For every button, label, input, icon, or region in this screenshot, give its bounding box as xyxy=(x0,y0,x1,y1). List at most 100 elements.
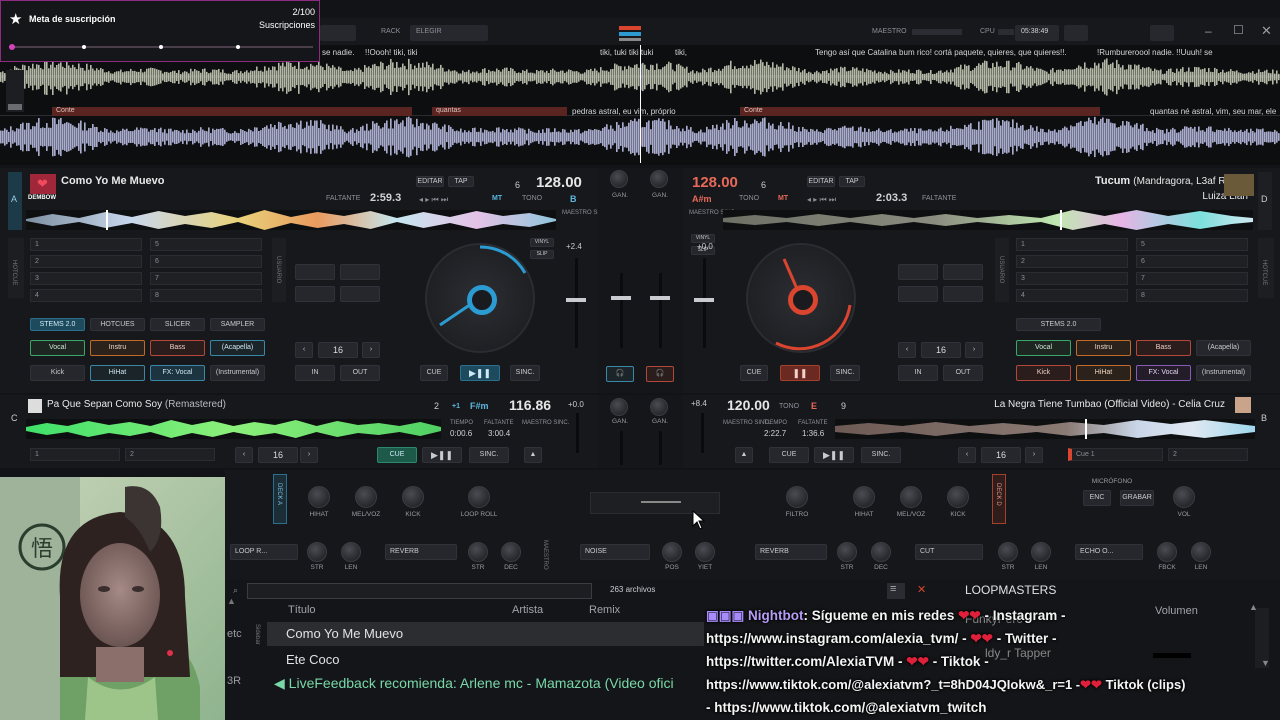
play-pause-button[interactable]: ❚❚ xyxy=(780,365,820,381)
column-remix[interactable]: Remix xyxy=(589,604,620,616)
fx-slot-select[interactable]: ECHO O... xyxy=(1075,544,1143,560)
tap-button[interactable]: TAP xyxy=(839,176,865,187)
volume-fader-b-cap[interactable] xyxy=(650,296,670,300)
tap-button[interactable]: TAP xyxy=(448,176,474,187)
hotcue-7[interactable]: 7 xyxy=(1136,272,1248,285)
fx-slot-select[interactable]: LOOP R... xyxy=(230,544,298,560)
stem-instru[interactable]: Instru xyxy=(90,340,145,356)
hotcue-2[interactable]: 2 xyxy=(30,255,142,268)
volume-fader-d[interactable] xyxy=(659,431,662,465)
fx-knob[interactable] xyxy=(341,542,361,562)
fx-knob[interactable] xyxy=(1157,542,1177,562)
loop-roll-knob[interactable] xyxy=(468,486,490,508)
jog-wheel[interactable] xyxy=(746,243,856,353)
volume-fader-b[interactable] xyxy=(659,273,662,348)
hotcue-3[interactable]: 3 xyxy=(1016,272,1128,285)
loop-double-button[interactable]: › xyxy=(965,342,983,358)
hotcue-4[interactable]: 4 xyxy=(30,289,142,302)
pitch-fader[interactable] xyxy=(576,413,579,453)
stem-kick[interactable]: Kick xyxy=(1016,365,1071,381)
fx-knob[interactable] xyxy=(468,542,488,562)
user-pad[interactable] xyxy=(898,286,938,302)
melvoz-knob[interactable] xyxy=(355,486,377,508)
rack-select[interactable]: ELEGIR xyxy=(410,25,488,41)
chat-link[interactable]: https://www.tiktok.com/@alexiatvm?_t=8hD… xyxy=(706,677,1080,692)
hotcue-6[interactable]: 6 xyxy=(1136,255,1248,268)
scroll-up-icon[interactable]: ▲ xyxy=(227,596,236,606)
chat-username[interactable]: Nightbot xyxy=(748,608,803,623)
hotcue-4[interactable]: 4 xyxy=(1016,289,1128,302)
hotcue-1[interactable]: 1 xyxy=(30,448,120,461)
scroll-up-button[interactable]: ▲ xyxy=(524,447,542,463)
maximize-icon[interactable]: ☐ xyxy=(1233,23,1244,37)
loop-size[interactable]: 16 xyxy=(921,342,961,358)
user-pad[interactable] xyxy=(340,286,380,302)
cue-button[interactable]: CUE xyxy=(740,365,768,381)
transport-icons[interactable]: ◂ ▸ ⏮ ⏭ xyxy=(807,195,836,205)
mt-label[interactable]: MT xyxy=(778,195,788,202)
chat-link[interactable]: - https://www.tiktok.com/@alexiatvm_twit… xyxy=(706,700,986,715)
fx-slot-select[interactable]: NOISE xyxy=(580,544,650,560)
column-title[interactable]: Título xyxy=(288,604,316,616)
hihat-knob[interactable] xyxy=(308,486,330,508)
gain-knob-b[interactable] xyxy=(650,170,668,188)
pitch-fader-cap[interactable] xyxy=(566,298,586,302)
track-overview-waveform[interactable] xyxy=(26,419,441,439)
hotcue-5[interactable]: 5 xyxy=(1136,238,1248,251)
hotcue-5[interactable]: 5 xyxy=(150,238,262,251)
loop-size[interactable]: 16 xyxy=(981,447,1021,463)
hotcue-1[interactable]: 1 xyxy=(30,238,142,251)
tab-sampler[interactable]: SAMPLER xyxy=(210,318,265,331)
play-pause-button[interactable]: ▶❚❚ xyxy=(422,447,462,463)
loop-double-button[interactable]: › xyxy=(1025,447,1043,463)
volume-fader-a[interactable] xyxy=(620,273,623,348)
stem-acapella[interactable]: (Acapella) xyxy=(210,340,265,356)
loop-in-button[interactable]: IN xyxy=(898,365,938,381)
tab-stems[interactable]: STEMS 2.0 xyxy=(30,318,85,331)
slip-button[interactable]: SLIP xyxy=(530,250,554,259)
mic-enc-button[interactable]: ENC xyxy=(1083,490,1111,506)
stem-bass[interactable]: Bass xyxy=(1136,340,1191,356)
scroll-up-button[interactable]: ▲ xyxy=(735,447,753,463)
gain-knob-a[interactable] xyxy=(610,170,628,188)
headphone-a-button[interactable]: 🎧 xyxy=(606,366,634,382)
user-pad[interactable] xyxy=(943,264,983,280)
stem-bass[interactable]: Bass xyxy=(150,340,205,356)
fx-slot-select[interactable]: CUT xyxy=(915,544,983,560)
play-pause-button[interactable]: ▶❚❚ xyxy=(460,365,500,381)
stem-kick[interactable]: Kick xyxy=(30,365,85,381)
headphone-b-button[interactable]: 🎧 xyxy=(646,366,674,382)
cue-button[interactable]: CUE xyxy=(420,365,448,381)
fx-knob[interactable] xyxy=(837,542,857,562)
fx-knob[interactable] xyxy=(1191,542,1211,562)
table-row[interactable]: Ete Coco xyxy=(267,648,704,672)
mic-volume-knob[interactable] xyxy=(1173,486,1195,508)
pitch-fader[interactable] xyxy=(703,258,706,348)
hotcue-6[interactable]: 6 xyxy=(150,255,262,268)
user-pad[interactable] xyxy=(340,264,380,280)
close-icon[interactable]: ✕ xyxy=(917,583,926,596)
hotcue-7[interactable]: 7 xyxy=(150,272,262,285)
transport-icons[interactable]: ◂ ▸ ⏮ ⏭ xyxy=(419,195,448,205)
stem-hihat[interactable]: HiHat xyxy=(1076,365,1131,381)
loop-double-button[interactable]: › xyxy=(362,342,380,358)
stem-instrumental[interactable]: (Instrumental) xyxy=(210,365,265,381)
track-overview-waveform[interactable] xyxy=(723,210,1253,230)
pitch-fader[interactable] xyxy=(575,258,578,348)
mic-record-button[interactable]: GRABAR xyxy=(1120,490,1154,506)
search-input[interactable]: ⌕ xyxy=(233,583,592,599)
fx-slot-select[interactable]: REVERB xyxy=(385,544,457,560)
stem-vocal[interactable]: Vocal xyxy=(1016,340,1071,356)
stem-vocal[interactable]: Vocal xyxy=(30,340,85,356)
record-icon[interactable] xyxy=(1064,25,1088,41)
fx-knob[interactable] xyxy=(695,542,715,562)
sync-button[interactable]: SINC. xyxy=(469,447,509,463)
fx-slot-select[interactable]: REVERB xyxy=(755,544,827,560)
toolbar-dropdown[interactable] xyxy=(320,25,356,41)
hihat-knob[interactable] xyxy=(853,486,875,508)
hotcue-1[interactable]: 1 xyxy=(1016,238,1128,251)
vinyl-button[interactable]: VINYL xyxy=(530,238,554,247)
sync-button[interactable]: SINC. xyxy=(861,447,901,463)
hotcue-2[interactable]: 2 xyxy=(125,448,215,461)
stem-fx-vocal[interactable]: FX: Vocal xyxy=(150,365,205,381)
